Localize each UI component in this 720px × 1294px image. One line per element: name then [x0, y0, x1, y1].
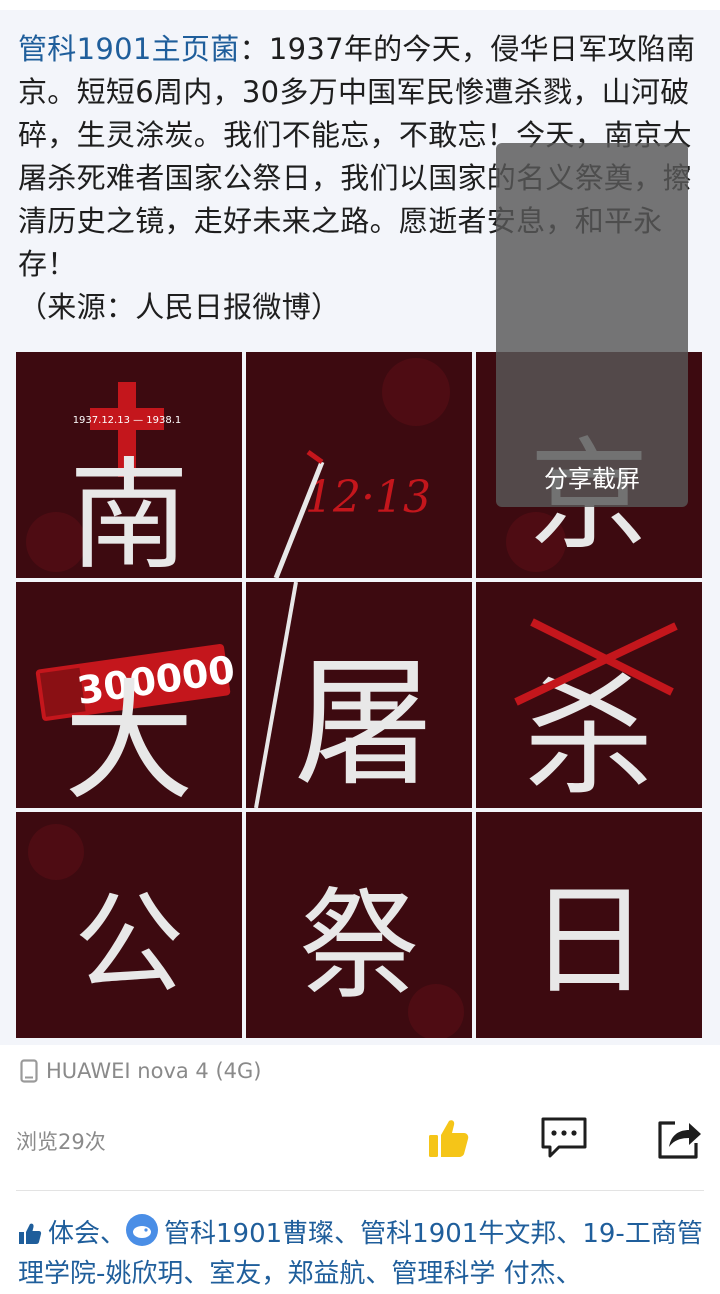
- grid-image-6-art: 杀: [476, 582, 702, 808]
- grid-char-1: 南: [69, 447, 189, 578]
- device-label: HUAWEI nova 4 (4G): [46, 1059, 262, 1083]
- grid-image-8[interactable]: 祭: [246, 812, 472, 1038]
- grid-image-9-art: 日: [476, 812, 702, 1038]
- grid-image-1[interactable]: 1937.12.13 — 1938.1 南: [16, 352, 242, 578]
- grid-image-6[interactable]: 杀: [476, 582, 702, 808]
- thumbs-up-icon: [429, 1120, 469, 1157]
- share-icon: [658, 1121, 701, 1159]
- likes-list: 体会、 管科1901曹璨、管科1901牛文邦、19-工商管理学院-姚欣玥、室友，…: [18, 1214, 708, 1294]
- grid-image-7[interactable]: 公: [16, 812, 242, 1038]
- grid-image-7-art: 公: [16, 812, 242, 1038]
- phone-icon: [20, 1059, 38, 1083]
- share-screenshot-label: 分享截屏: [544, 465, 640, 493]
- grid-image-5[interactable]: 屠: [246, 582, 472, 808]
- grid-char-6: 杀: [524, 661, 654, 808]
- grid-char-4: 大: [64, 666, 194, 808]
- share-screenshot-popup[interactable]: 分享截屏: [496, 143, 688, 507]
- grid-char-8: 祭: [299, 877, 419, 1016]
- cross-date-text: 1937.12.13 — 1938.1: [73, 415, 182, 426]
- share-button[interactable]: [654, 1112, 706, 1164]
- grid-char-9: 日: [529, 872, 649, 1011]
- comment-button[interactable]: [538, 1112, 590, 1164]
- grid-char-7: 公: [74, 880, 184, 1008]
- grid-image-9[interactable]: 日: [476, 812, 702, 1038]
- like-button[interactable]: [422, 1112, 474, 1164]
- divider: [16, 1190, 704, 1191]
- view-count: 浏览29次: [16, 1130, 106, 1154]
- grid-image-2-art: 12·13: [246, 352, 472, 578]
- grid-image-5-art: 屠: [246, 582, 472, 808]
- device-info: HUAWEI nova 4 (4G): [20, 1056, 261, 1086]
- author-colon: ：: [239, 32, 269, 66]
- grid-image-8-art: 祭: [246, 812, 472, 1038]
- avatar-icon[interactable]: [126, 1214, 159, 1246]
- likes-prefix[interactable]: 体会、: [48, 1219, 126, 1249]
- grid-image-1-art: 1937.12.13 — 1938.1 南: [16, 352, 242, 578]
- like-list-thumb-icon: [19, 1223, 42, 1244]
- date-text: 12·13: [305, 472, 431, 523]
- grid-image-4-art: 300000 大: [16, 582, 242, 808]
- post-source: （来源：人民日报微博）: [18, 290, 341, 324]
- comment-icon: [541, 1117, 587, 1158]
- post-author-link[interactable]: 管科1901主页菌: [18, 32, 240, 66]
- grid-image-2[interactable]: 12·13: [246, 352, 472, 578]
- grid-char-5: 屠: [294, 643, 434, 806]
- grid-image-4[interactable]: 300000 大: [16, 582, 242, 808]
